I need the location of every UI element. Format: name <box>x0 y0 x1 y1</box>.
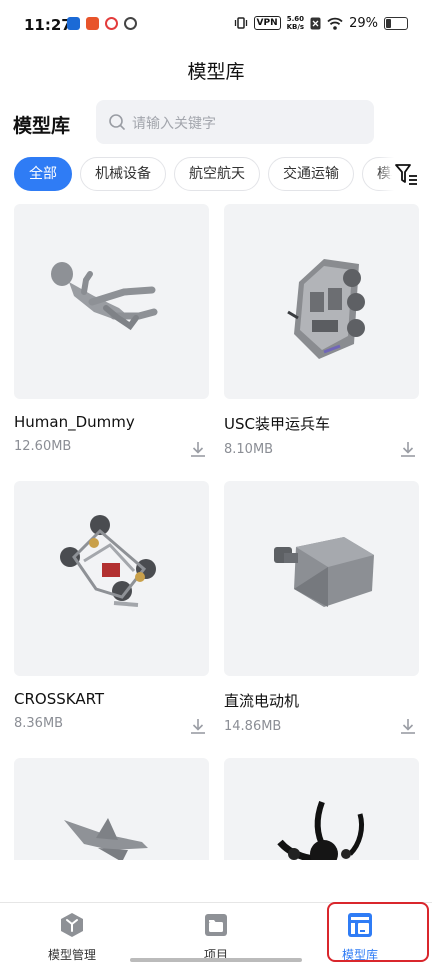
crosskart-model-icon <box>60 515 156 607</box>
model-thumbnail[interactable] <box>224 204 419 399</box>
model-thumbnail[interactable] <box>14 204 209 399</box>
app-notification-icon <box>67 17 80 30</box>
vpn-badge: VPN <box>253 16 281 30</box>
wifi-icon <box>327 17 343 30</box>
net-speed-unit: KB/s <box>286 23 305 31</box>
vibrate-icon <box>234 17 247 29</box>
status-time: 11:27 <box>24 16 72 34</box>
nav-item-model-management[interactable]: 模型管理 <box>22 911 122 963</box>
download-icon[interactable] <box>399 717 417 735</box>
page-title: 模型库 <box>187 61 245 83</box>
app-notification-icon <box>124 17 137 30</box>
search-placeholder: 请输入关键字 <box>132 116 216 132</box>
category-chip-aerospace[interactable]: 航空航天 <box>174 157 260 191</box>
model-card[interactable]: CROSSKART 8.36MB <box>14 481 209 734</box>
filter-button[interactable] <box>392 160 422 190</box>
nav-item-project[interactable]: 项目 <box>166 911 266 963</box>
model-name: CROSSKART <box>14 690 105 708</box>
status-bar: 11:27 VPN 5.60 KB/s 29% <box>0 0 432 50</box>
model-name: USC装甲运兵车 <box>224 415 330 433</box>
model-thumbnail[interactable] <box>224 758 419 860</box>
category-tabs: 全部 机械设备 航空航天 交通运输 模具 <box>14 157 394 191</box>
model-name: Human_Dummy <box>14 413 135 431</box>
net-speed: 5.60 KB/s <box>287 15 304 31</box>
nav-label: 模型管理 <box>47 948 96 962</box>
home-indicator[interactable] <box>130 958 302 962</box>
search-icon <box>109 114 125 130</box>
model-card[interactable]: USC装甲运兵车 8.10MB <box>224 204 419 457</box>
model-card[interactable] <box>14 758 209 860</box>
human-dummy-model-icon <box>51 262 158 331</box>
model-size: 8.10MB <box>224 442 274 457</box>
app-notification-icon <box>105 17 118 30</box>
model-thumbnail[interactable] <box>224 481 419 676</box>
net-speed-value: 5.60 <box>286 15 304 23</box>
model-size: 12.60MB <box>14 439 72 454</box>
model-thumbnail[interactable] <box>14 481 209 676</box>
model-name: 直流电动机 <box>224 692 300 710</box>
dark-mechanism-model-icon <box>277 800 365 860</box>
model-thumbnail[interactable] <box>14 758 209 860</box>
armored-vehicle-model-icon <box>287 259 365 359</box>
filter-icon <box>395 164 417 185</box>
notification-icons <box>67 17 137 30</box>
library-title: 模型库 <box>13 115 71 137</box>
category-chip-machinery[interactable]: 机械设备 <box>80 157 166 191</box>
model-card[interactable]: 直流电动机 14.86MB <box>224 481 419 734</box>
category-chip-transport[interactable]: 交通运输 <box>268 157 354 191</box>
sim-icon <box>310 17 321 29</box>
model-card[interactable]: Human_Dummy 12.60MB <box>14 204 209 457</box>
highlight-box <box>327 902 429 962</box>
app-notification-icon <box>86 17 99 30</box>
model-size: 8.36MB <box>14 716 64 731</box>
model-management-icon <box>61 913 83 937</box>
battery-icon <box>384 16 408 30</box>
battery-percent: 29% <box>349 15 378 31</box>
model-card[interactable] <box>224 758 419 860</box>
download-icon[interactable] <box>399 440 417 458</box>
download-icon[interactable] <box>189 440 207 458</box>
dc-motor-model-icon <box>274 537 374 607</box>
category-chip-all[interactable]: 全部 <box>14 157 72 191</box>
project-icon <box>205 914 227 936</box>
model-grid: Human_Dummy 12.60MB USC装甲运兵车 8.10MB CROS… <box>14 204 420 860</box>
status-right: VPN 5.60 KB/s 29% <box>234 15 408 31</box>
search-input[interactable]: 请输入关键字 <box>96 100 374 144</box>
download-icon[interactable] <box>189 717 207 735</box>
jet-aircraft-model-icon <box>64 818 148 860</box>
model-size: 14.86MB <box>224 719 282 734</box>
